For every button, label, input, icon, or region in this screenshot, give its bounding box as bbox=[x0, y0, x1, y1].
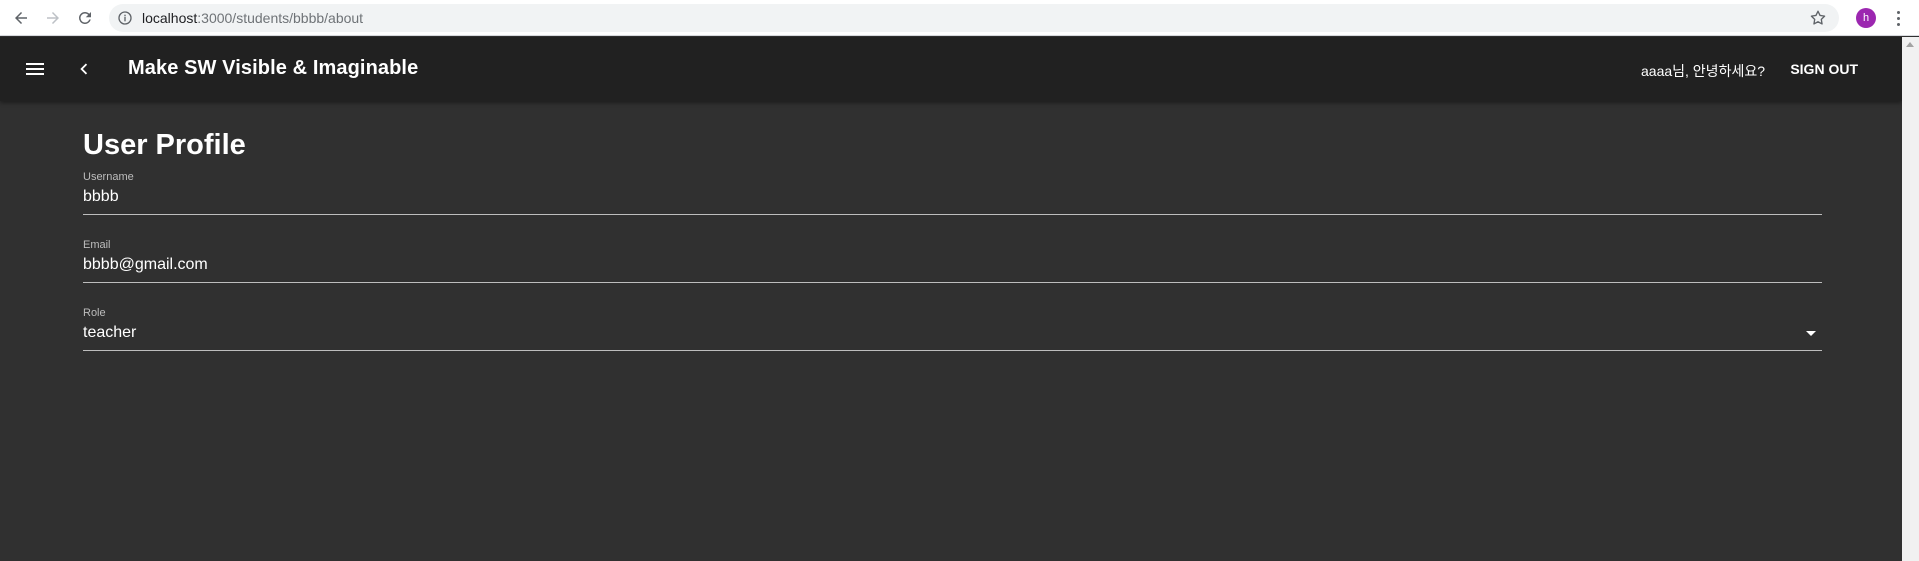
username-value[interactable]: bbbb bbox=[83, 188, 119, 206]
role-value[interactable]: teacher bbox=[83, 324, 136, 342]
back-arrow-icon[interactable] bbox=[8, 5, 34, 31]
email-field[interactable]: Email bbbb@gmail.com bbox=[83, 239, 1822, 283]
page-scrollbar[interactable] bbox=[1902, 37, 1919, 561]
reload-icon[interactable] bbox=[72, 5, 98, 31]
page-title: User Profile bbox=[83, 129, 246, 161]
browser-toolbar: localhost:3000/students/bbbb/about h bbox=[0, 0, 1919, 36]
email-value[interactable]: bbbb@gmail.com bbox=[83, 256, 208, 274]
role-select[interactable]: Role teacher bbox=[83, 307, 1822, 351]
site-info-icon[interactable] bbox=[117, 10, 133, 26]
forward-arrow-icon[interactable] bbox=[40, 5, 66, 31]
url-path: :3000/students/bbbb/about bbox=[197, 10, 364, 26]
user-greeting: aaaa님, 안녕하세요? bbox=[1641, 63, 1765, 79]
hamburger-menu-icon[interactable] bbox=[20, 54, 50, 84]
app-title: Make SW Visible & Imaginable bbox=[128, 57, 419, 79]
chevron-left-icon[interactable] bbox=[70, 54, 98, 84]
address-bar[interactable]: localhost:3000/students/bbbb/about bbox=[109, 4, 1839, 32]
browser-menu-icon[interactable] bbox=[1893, 8, 1903, 28]
username-field[interactable]: Username bbbb bbox=[83, 171, 1822, 215]
sign-out-button[interactable]: SIGN OUT bbox=[1790, 61, 1858, 77]
bookmark-star-icon[interactable] bbox=[1809, 9, 1827, 27]
role-label: Role bbox=[83, 307, 106, 319]
username-label: Username bbox=[83, 171, 134, 183]
dropdown-arrow-icon[interactable] bbox=[1806, 331, 1816, 336]
email-label: Email bbox=[83, 239, 111, 251]
scroll-up-arrow-icon[interactable] bbox=[1906, 42, 1914, 47]
url-host: localhost bbox=[142, 10, 198, 26]
browser-profile-avatar[interactable]: h bbox=[1856, 8, 1876, 28]
app-bar: Make SW Visible & Imaginable aaaa님, 안녕하세… bbox=[0, 37, 1902, 101]
url-text[interactable]: localhost:3000/students/bbbb/about bbox=[142, 10, 363, 26]
